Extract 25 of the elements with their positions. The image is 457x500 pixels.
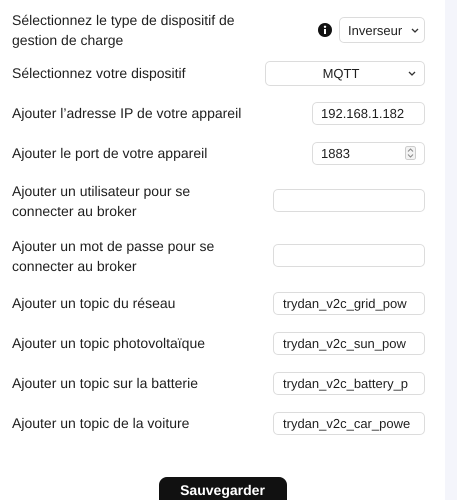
input-field[interactable]: [273, 244, 425, 267]
input-field[interactable]: trydan_v2c_grid_pow: [273, 292, 425, 314]
dropdown[interactable]: MQTT: [265, 60, 425, 86]
input-field[interactable]: [273, 189, 425, 212]
field-label: Ajouter un mot de passe pour se connecter au broker: [12, 236, 216, 276]
field-label: Ajouter un topic photovoltaïque: [12, 334, 206, 353]
chevron-icon: [411, 28, 419, 32]
info-icon[interactable]: [318, 23, 332, 37]
field-label: Ajouter l’adresse IP de votre appareil: [12, 104, 242, 123]
field-label: Ajouter le port de votre appareil: [12, 144, 208, 163]
spinner-icon[interactable]: [405, 146, 416, 160]
field-label: Ajouter un topic de la voiture: [12, 414, 190, 433]
input-field[interactable]: trydan_v2c_car_powe: [273, 412, 425, 434]
input-field[interactable]: 192.168.1.182: [312, 102, 425, 124]
save-button[interactable]: Sauvegarder: [158, 477, 286, 500]
input-field[interactable]: trydan_v2c_sun_pow: [273, 332, 425, 354]
field-label: Ajouter un topic du réseau: [12, 294, 176, 313]
field-label: Ajouter un topic sur la batterie: [12, 374, 198, 393]
field-label: Sélectionnez votre dispositif: [12, 64, 186, 83]
field-label: Sélectionnez le type de dispositif de gestion de charge: [12, 11, 236, 50]
number-field[interactable]: 1883: [312, 142, 425, 164]
input-field[interactable]: trydan_v2c_battery_p: [273, 372, 425, 394]
field-label: Ajouter un utilisateur pour se connecter au broker: [12, 182, 192, 220]
chevron-icon: [408, 70, 416, 76]
dropdown[interactable]: Inverseur: [339, 17, 425, 43]
